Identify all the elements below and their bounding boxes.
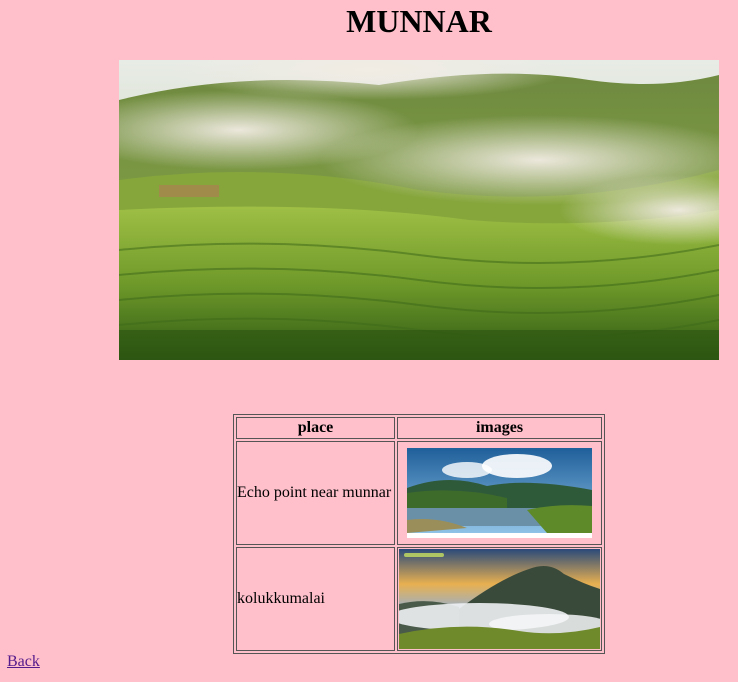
kolukkumalai-image <box>399 549 600 649</box>
place-name-cell: Echo point near munnar <box>236 441 395 545</box>
echo-point-image <box>407 448 592 538</box>
column-header-place: place <box>236 417 395 439</box>
table-row: Echo point near munnar <box>236 441 602 545</box>
places-table: place images Echo point near munnar kolu… <box>233 414 605 654</box>
place-image-cell <box>397 441 602 545</box>
place-name-cell: kolukkumalai <box>236 547 395 651</box>
hero-image <box>119 60 719 360</box>
back-link[interactable]: Back <box>7 653 40 671</box>
place-image-cell <box>397 547 602 651</box>
table-row: kolukkumalai <box>236 547 602 651</box>
page-title: MUNNAR <box>346 3 492 39</box>
table-header-row: place images <box>236 417 602 439</box>
column-header-images: images <box>397 417 602 439</box>
